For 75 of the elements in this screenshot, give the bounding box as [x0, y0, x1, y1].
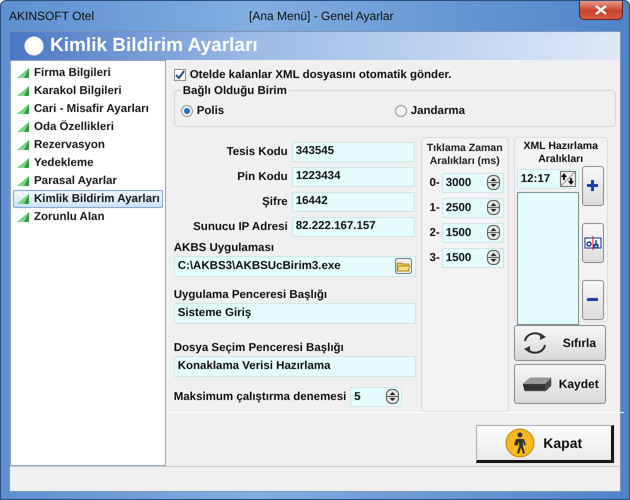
walking-figure-icon: [505, 428, 536, 458]
checkbox[interactable]: [174, 68, 186, 81]
circle-icon: [24, 36, 44, 56]
field-label: Uygulama Penceresi Başlığı: [174, 288, 328, 303]
triangle-icon: [16, 120, 30, 133]
radio-button[interactable]: [180, 105, 193, 118]
field-label: Tesis Kodu: [226, 146, 289, 158]
triangle-icon: [16, 84, 30, 97]
minus-icon: [587, 298, 598, 302]
sort-icon[interactable]: [560, 170, 576, 187]
text-field[interactable]: 16442: [292, 192, 415, 212]
field-label: Şifre: [261, 196, 289, 208]
row-index: 3-: [428, 252, 440, 264]
sidebar-item[interactable]: Kimlik Bildirim Ayarları: [13, 190, 163, 208]
number-field[interactable]: 1500: [442, 222, 504, 243]
radio-label: Polis: [196, 105, 224, 118]
time-field[interactable]: 12:17: [516, 168, 579, 189]
sidebar-item[interactable]: Karakol Bilgileri: [13, 82, 163, 100]
triangle-icon: [16, 66, 30, 79]
window-subtitle: [Ana Menü] - Genel Ayarlar: [249, 9, 394, 23]
remove-button[interactable]: [582, 280, 604, 320]
spinner-icon[interactable]: [486, 225, 500, 240]
radio-button[interactable]: [394, 105, 407, 118]
spinner-icon[interactable]: [486, 175, 500, 190]
text-field[interactable]: 82.222.167.157: [292, 216, 415, 237]
number-field[interactable]: 1500: [442, 248, 504, 268]
close-button[interactable]: Kapat: [476, 425, 614, 464]
row-index: 1-: [428, 202, 440, 214]
checkbox-label: Otelde kalanlar XML dosyasını otomatik gönder.: [190, 68, 452, 81]
text-edit-icon: [584, 234, 602, 251]
field-label: Maksimum çalıştırma denemesi: [174, 390, 346, 403]
window-title: AKINSOFT Otel: [9, 9, 94, 23]
rename-button[interactable]: [582, 222, 604, 263]
save-button[interactable]: Kaydet: [514, 364, 606, 404]
sidebar-item[interactable]: Rezervasyon: [13, 136, 163, 154]
triangle-icon: [16, 102, 30, 115]
field-label: AKBS Uygulaması: [174, 242, 276, 256]
text-field[interactable]: Sisteme Giriş: [174, 302, 416, 324]
triangle-icon: [16, 174, 30, 187]
file-path-field[interactable]: C:\AKBS3\AKBSUcBirim3.exe: [174, 256, 416, 277]
group-title: Bağlı Olduğu Birim: [182, 84, 288, 97]
add-button[interactable]: [582, 166, 604, 206]
sidebar-item[interactable]: Yedekleme: [13, 154, 163, 172]
sidebar-item[interactable]: Cari - Misafir Ayarları: [13, 100, 163, 118]
row-index: 0-: [428, 176, 440, 189]
triangle-icon: [16, 138, 30, 151]
reset-button[interactable]: Sıfırla: [514, 324, 606, 361]
plus-icon: [587, 180, 598, 192]
field-label: Dosya Seçim Penceresi Başlığı: [174, 342, 345, 356]
sidebar-item[interactable]: Zorunlu Alan: [13, 208, 163, 226]
spinner-icon[interactable]: [386, 389, 400, 404]
triangle-icon: [16, 156, 30, 169]
sidebar-item[interactable]: Firma Bilgileri: [13, 64, 163, 82]
sidebar-item[interactable]: Oda Özellikleri: [13, 118, 163, 136]
close-button[interactable]: [579, 1, 623, 20]
radio-label: Jandarma: [410, 105, 466, 118]
triangle-icon: [16, 192, 30, 205]
field-label: Pin Kodu: [236, 170, 289, 183]
text-field[interactable]: Konaklama Verisi Hazırlama: [174, 356, 416, 377]
group-title: XML Hazırlama Aralıkları: [522, 140, 599, 166]
number-field[interactable]: 5: [350, 386, 402, 407]
folder-icon[interactable]: [394, 258, 412, 274]
text-field[interactable]: 343545: [292, 142, 415, 162]
row-index: 2-: [428, 226, 440, 239]
triangle-icon: [16, 210, 30, 223]
spinner-icon[interactable]: [486, 250, 500, 266]
text-field[interactable]: 1223434: [292, 166, 415, 187]
close-icon: [595, 5, 607, 15]
number-field[interactable]: 2500: [442, 198, 504, 218]
sidebar-item[interactable]: Parasal Ayarlar: [13, 172, 163, 190]
spinner-icon[interactable]: [486, 200, 500, 216]
field-label: Sunucu IP Adresi: [192, 220, 289, 233]
group-title: Tıklama Zaman Aralıkları (ms): [426, 142, 504, 168]
number-field[interactable]: 3000: [442, 172, 504, 193]
page-title: Kimlik Bildirim Ayarları: [50, 34, 258, 57]
